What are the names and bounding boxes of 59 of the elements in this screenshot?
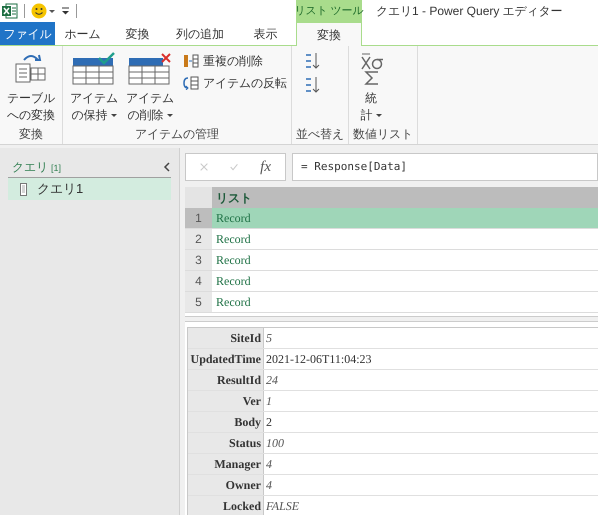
field-value: 4 bbox=[265, 456, 272, 473]
field-value: 4 bbox=[265, 477, 272, 494]
field-name: SiteId bbox=[188, 328, 264, 348]
ribbon-tab[interactable]: 変換 bbox=[296, 22, 362, 46]
remove-duplicates-icon bbox=[183, 54, 199, 68]
query-item[interactable]: クエリ1 bbox=[8, 178, 171, 200]
query-name: クエリ1 bbox=[37, 180, 84, 198]
field-name: Ver bbox=[188, 391, 264, 411]
field-value: 2 bbox=[265, 414, 272, 431]
sort-ascending-icon[interactable] bbox=[304, 52, 320, 70]
field-name: UpdatedTime bbox=[188, 349, 264, 369]
field-name: ResultId bbox=[188, 370, 264, 390]
formula-field[interactable]: = Response[Data] bbox=[292, 153, 598, 181]
row-number: 3 bbox=[185, 250, 212, 270]
ribbon-button[interactable]: アイテム の削除 bbox=[123, 52, 177, 124]
field-value: 100 bbox=[265, 435, 284, 452]
table-check-icon bbox=[71, 52, 117, 86]
ribbon-button[interactable]: 統 計 bbox=[353, 52, 389, 124]
commit-check-icon[interactable] bbox=[230, 161, 238, 173]
ribbon-tab[interactable]: ファイル bbox=[0, 22, 55, 45]
row-number: 1 bbox=[185, 208, 212, 228]
sort-descending-icon[interactable] bbox=[304, 76, 320, 94]
table-cell[interactable]: Record bbox=[212, 208, 598, 228]
list-icon bbox=[20, 182, 27, 196]
ribbon-button[interactable]: アイテム の保持 bbox=[67, 52, 121, 124]
field-name: Manager bbox=[188, 454, 264, 474]
field-value: 2021-12-06T11:04:23 bbox=[265, 351, 372, 368]
group-label: 並べ替え bbox=[296, 126, 344, 143]
spreadsheet-app-icon bbox=[2, 3, 18, 19]
row-number: 2 bbox=[185, 229, 212, 249]
ribbon-tab[interactable]: ホーム bbox=[55, 22, 110, 45]
field-name: Body bbox=[188, 412, 264, 432]
ribbon-button[interactable]: テーブル への変換 bbox=[4, 52, 58, 124]
row-number: 5 bbox=[185, 292, 212, 312]
field-value: 1 bbox=[265, 393, 272, 410]
window-title: クエリ1 - Power Query エディター bbox=[375, 3, 563, 20]
field-value: 24 bbox=[265, 372, 278, 389]
ribbon-button[interactable]: 重複の削除 bbox=[183, 52, 287, 70]
customize-toolbar-icon[interactable] bbox=[61, 7, 70, 15]
query-count: [1] bbox=[51, 162, 62, 175]
group-label: アイテムの管理 bbox=[134, 126, 220, 143]
field-value: FALSE bbox=[265, 498, 300, 515]
table-delete-icon bbox=[127, 52, 173, 86]
pane-title: クエリ bbox=[12, 159, 48, 176]
function-button[interactable]: fx bbox=[260, 156, 271, 178]
ribbon-tab[interactable]: 表示 bbox=[235, 22, 296, 45]
reverse-rows-icon bbox=[183, 76, 199, 90]
field-name: Locked bbox=[188, 496, 264, 515]
ribbon-tab[interactable]: 列の追加 bbox=[165, 22, 235, 45]
row-number: 4 bbox=[185, 271, 212, 291]
field-value: 5 bbox=[265, 330, 272, 347]
group-label: 変換 bbox=[18, 126, 44, 143]
smiley-icon[interactable] bbox=[31, 3, 55, 19]
field-name: Status bbox=[188, 433, 264, 453]
group-label: 数値リスト bbox=[353, 126, 413, 143]
field-name: Owner bbox=[188, 475, 264, 495]
ribbon-tab[interactable]: 変換 bbox=[110, 22, 165, 45]
ribbon-button[interactable]: アイテムの反転 bbox=[183, 74, 287, 92]
collapse-chevron-icon[interactable] bbox=[163, 162, 171, 172]
